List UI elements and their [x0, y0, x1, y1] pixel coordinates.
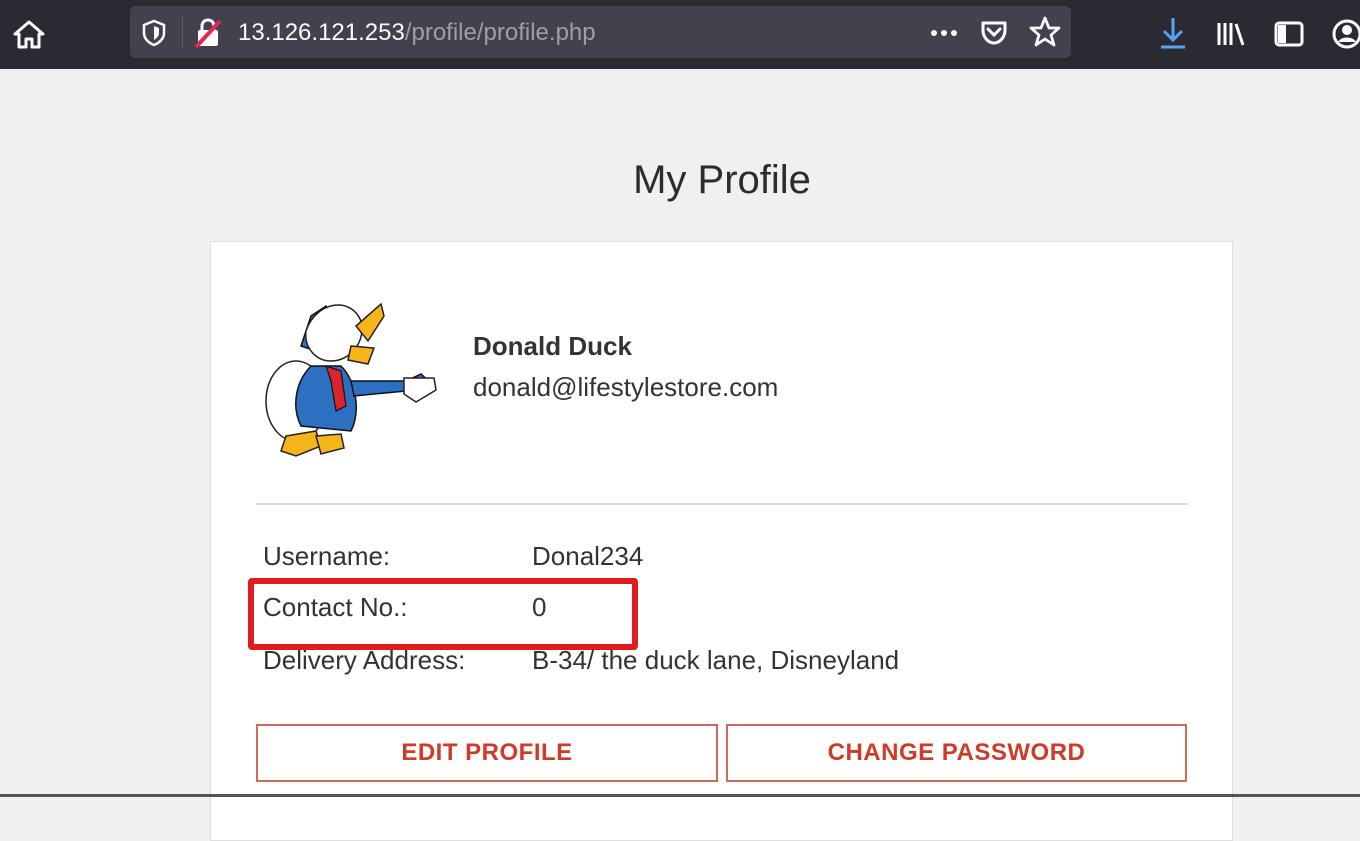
avatar — [265, 302, 437, 457]
account-icon[interactable] — [1330, 16, 1360, 52]
home-icon[interactable] — [10, 16, 48, 54]
profile-name: Donald Duck — [473, 331, 632, 361]
url-text[interactable]: 13.126.121.253/profile/profile.php — [238, 16, 596, 50]
download-icon[interactable] — [1156, 14, 1190, 52]
edit-profile-button[interactable]: EDIT PROFILE — [256, 724, 718, 782]
library-icon[interactable] — [1214, 18, 1248, 50]
star-icon[interactable] — [1028, 14, 1062, 50]
contact-highlight-box — [248, 578, 638, 650]
change-password-button[interactable]: CHANGE PASSWORD — [726, 724, 1187, 782]
divider — [256, 503, 1188, 505]
page-title: My Profile — [633, 158, 811, 202]
sidebar-icon[interactable] — [1272, 18, 1306, 50]
url-path: /profile/profile.php — [404, 19, 596, 46]
username-label: Username: — [263, 541, 391, 571]
insecure-lock-icon[interactable] — [193, 16, 223, 50]
profile-email: donald@lifestylestore.com — [473, 372, 779, 402]
pocket-icon[interactable] — [978, 16, 1010, 48]
browser-toolbar: 13.126.121.253/profile/profile.php — [0, 0, 1360, 69]
more-icon[interactable] — [926, 20, 962, 46]
url-separator — [182, 16, 183, 48]
username-value: Donal234 — [532, 541, 644, 571]
url-host: 13.126.121.253 — [238, 19, 405, 46]
shield-icon[interactable] — [140, 18, 168, 48]
